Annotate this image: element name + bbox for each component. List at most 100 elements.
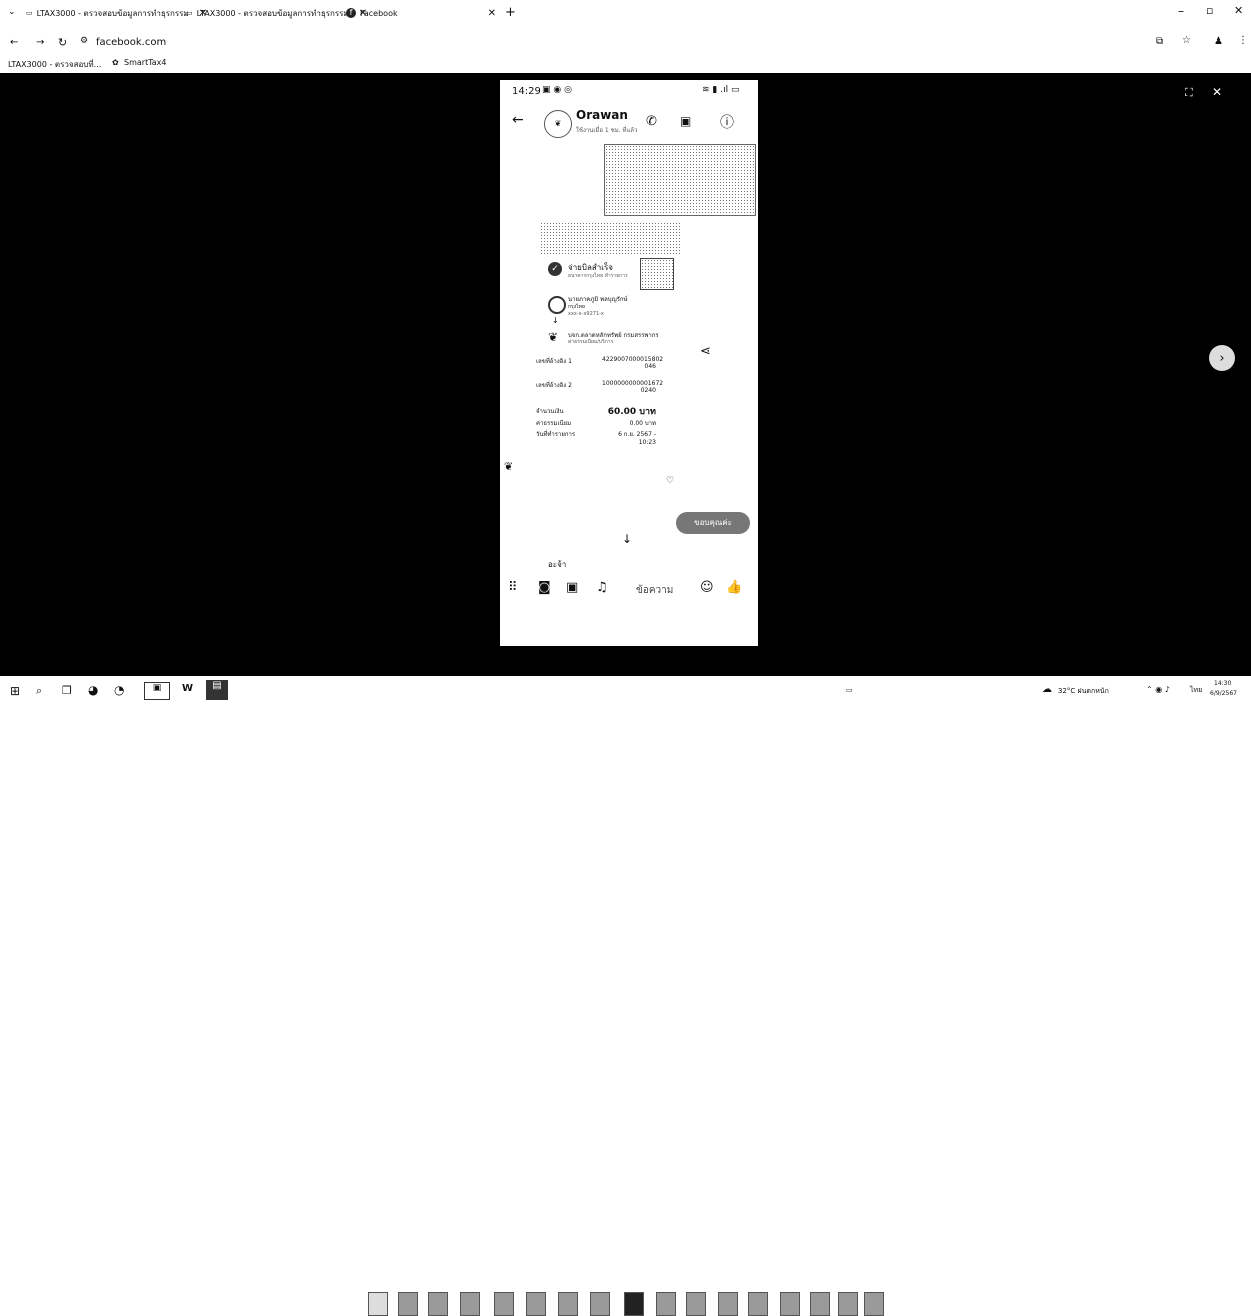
thumbnail[interactable] (624, 1292, 644, 1316)
thumbnail[interactable] (686, 1292, 706, 1316)
tab-favicon-icon: ▭ (186, 9, 193, 17)
forward-icon[interactable]: → (36, 37, 44, 48)
info-icon[interactable]: ⓘ (720, 112, 734, 132)
bookmark-smarttax[interactable]: SmartTax4 (124, 58, 167, 67)
slip-payer: นายภาคภูมิ พลบุญรักษ์ กรุงไทย xxx-x-x927… (536, 294, 716, 328)
slip-row-value: 60.00 บาท (607, 407, 656, 417)
tab-label: LTAX3000 - ตรวจสอบข้อมูลการทำธุรกรรม (36, 8, 189, 18)
call-icon[interactable]: ✆ (646, 114, 657, 129)
thumbnail[interactable] (590, 1292, 610, 1316)
thumbnail[interactable] (864, 1292, 884, 1316)
bookmark-star-icon[interactable]: ☆ (1182, 35, 1191, 46)
image-message-previous[interactable] (604, 144, 756, 216)
tab-label: Facebook (360, 8, 398, 18)
cast-icon[interactable]: ⧉ (1156, 36, 1163, 47)
windows-taskbar: ⊞ ⌕ ❒ ◕ ◔ ▣ W ▤ ▭ ☁ 32°C ฝนตกหนัก ⌃ ◉ ♪ … (0, 676, 1251, 706)
tray-text-left: ▭ (846, 686, 853, 694)
tab-label: LTAX3000 - ตรวจสอบข้อมูลการทำธุรกรรม (196, 8, 349, 18)
sent-message-bubble[interactable]: ขอบคุณค่ะ (676, 512, 750, 534)
notification-icons: ▣ ◉ ◎ (542, 85, 572, 95)
thumbnail[interactable] (838, 1292, 858, 1316)
app-icon[interactable]: ▣ (144, 682, 170, 700)
close-tab-icon[interactable]: ✕ (488, 8, 496, 19)
slip-row-value: 0.00 บาท (629, 420, 656, 427)
status-time: 14:29 (512, 86, 541, 97)
fullscreen-icon[interactable]: ⛶ (1185, 86, 1193, 100)
next-photo-button[interactable]: › (1209, 345, 1235, 371)
bookmark-smarttax-icon: ✿ (112, 58, 119, 67)
thumbnail[interactable] (748, 1292, 768, 1316)
tab-ltax-1[interactable]: ▭ LTAX3000 - ตรวจสอบข้อมูลการทำธุรกรรม ✕ (26, 5, 207, 21)
language-indicator[interactable]: ไทย (1190, 685, 1202, 696)
camera-icon[interactable]: ◙ (538, 580, 551, 595)
slip-row-value: 6 ก.ย. 2567 - 10:23 (618, 431, 656, 446)
thumbnail[interactable] (398, 1292, 418, 1316)
payment-slip[interactable]: ✓ จ่ายบิลสำเร็จ ธนาคารกรุงไทย ทำรายการ น… (536, 258, 716, 449)
weather-icon: ☁ (1042, 684, 1052, 695)
word-icon[interactable]: W (182, 683, 193, 694)
check-icon: ✓ (548, 262, 562, 276)
back-icon[interactable]: ← (10, 37, 18, 48)
close-viewer-icon[interactable]: ✕ (1212, 85, 1222, 99)
chrome-icon[interactable]: ◕ (88, 683, 98, 697)
close-window-button[interactable]: ✕ (1234, 4, 1243, 17)
address-bar-row: ← → ↻ ⚙ facebook.com ⧉ ☆ ♟ ⋮ (0, 28, 1251, 56)
site-info-icon[interactable]: ⚙ (80, 36, 88, 46)
new-tab-button[interactable]: + (505, 5, 516, 20)
thumbs-up-icon[interactable]: 👍 (726, 580, 742, 595)
thumbnail[interactable] (558, 1292, 578, 1316)
video-call-icon[interactable]: ▣ (680, 114, 691, 128)
line-icon[interactable]: ▤ (206, 680, 228, 700)
slip-row-label: เลขที่อ้างอิง 1 (536, 358, 572, 365)
slip-row: จำนวนเงิน 60.00 บาท (536, 404, 656, 418)
slip-row: ค่าธรรมเนียม 0.00 บาท (536, 418, 656, 429)
arrow-down-icon: ↓ (552, 316, 559, 325)
profile-icon[interactable]: ♟ (1214, 36, 1223, 47)
search-icon[interactable]: ⌕ (36, 684, 42, 698)
tray-icons[interactable]: ⌃ ◉ ♪ (1146, 685, 1170, 694)
message-input[interactable]: ข้อความ (636, 583, 673, 598)
tab-favicon-icon: ▭ (26, 9, 33, 17)
start-icon[interactable]: ⊞ (10, 684, 20, 698)
thumbnail[interactable] (460, 1292, 480, 1316)
gallery-icon[interactable]: ▣ (566, 580, 578, 595)
url-field[interactable]: facebook.com (96, 37, 166, 48)
menu-icon[interactable]: ⋮ (1238, 35, 1248, 46)
slip-row: วันที่ทำรายการ 6 ก.ย. 2567 - 10:23 (536, 429, 656, 449)
chat-back-icon[interactable]: ← (512, 112, 524, 128)
slip-row-value: 1000000000001672 0240 (602, 380, 664, 394)
reaction-icon[interactable]: ♡ (666, 476, 674, 486)
microphone-icon[interactable]: ♫ (596, 580, 608, 595)
scroll-down-icon[interactable]: ↓ (622, 532, 632, 546)
thumbnail[interactable] (526, 1292, 546, 1316)
thumbnail[interactable] (368, 1292, 388, 1316)
bookmark-ltax[interactable]: LTAX3000 - ตรวจสอบที่... (8, 58, 101, 71)
minimize-button[interactable]: – (1178, 4, 1184, 18)
task-view-icon[interactable]: ❒ (62, 684, 72, 697)
payee-sub: ค่าธรรมเนียม/บริการ (568, 339, 614, 345)
thumbnail[interactable] (428, 1292, 448, 1316)
thumbnail[interactable] (656, 1292, 676, 1316)
reload-icon[interactable]: ↻ (58, 36, 67, 49)
tab-ltax-2[interactable]: ▭ LTAX3000 - ตรวจสอบข้อมูลการทำธุรกรรม ✕ (186, 5, 367, 21)
apps-icon[interactable]: ⠿ (508, 580, 518, 595)
thumbnail[interactable] (718, 1292, 738, 1316)
clock-time[interactable]: 14:30 (1214, 680, 1231, 687)
tab-facebook[interactable]: f Facebook ✕ (346, 5, 496, 21)
phone-screenshot: 14:29 ▣ ◉ ◎ ≋ ▮ .ıl ▭ ← ❦ Orawan ใช้งานเ… (500, 80, 758, 646)
tab-search-icon[interactable]: ⌄ (8, 7, 16, 17)
emoji-icon[interactable]: ☺ (700, 580, 714, 595)
contact-avatar: ❦ (544, 110, 572, 138)
edge-icon[interactable]: ◔ (114, 683, 124, 697)
clock-date[interactable]: 6/9/2567 (1210, 690, 1237, 697)
slip-status-sub: ธนาคารกรุงไทย ทำรายการ (568, 273, 628, 279)
weather-text[interactable]: 32°C ฝนตกหนัก (1058, 686, 1109, 697)
contact-name: Orawan (576, 108, 628, 122)
share-icon[interactable]: ⋖ (700, 344, 711, 359)
maximize-button[interactable]: ▫ (1206, 4, 1213, 17)
slip-row-label: ค่าธรรมเนียม (536, 420, 572, 427)
thumbnail[interactable] (494, 1292, 514, 1316)
payer-account: xxx-x-x9271-x (568, 311, 604, 317)
thumbnail[interactable] (780, 1292, 800, 1316)
thumbnail[interactable] (810, 1292, 830, 1316)
